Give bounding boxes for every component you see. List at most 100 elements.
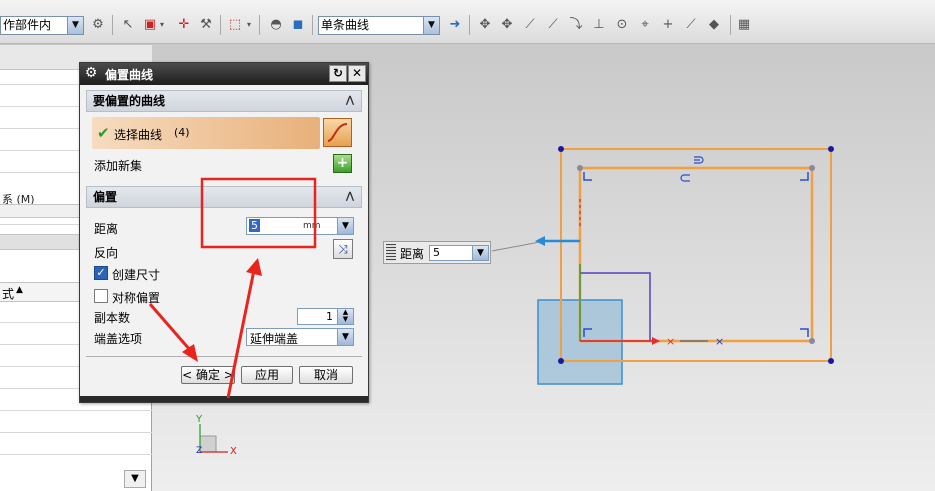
section-curves-header[interactable]: 要偏置的曲线 ⋀ <box>86 90 362 112</box>
collapse-up-icon[interactable]: ⋀ <box>342 93 358 109</box>
section-curves-title: 要偏置的曲线 <box>93 94 166 108</box>
float-distance-input[interactable]: 5 ▼ <box>429 245 489 261</box>
dialog-title: 偏置曲线 <box>105 68 154 82</box>
float-distance-value: 5 <box>433 246 440 259</box>
toolbar-separator <box>259 15 260 35</box>
collapse-up-icon[interactable]: ⋀ <box>342 189 358 205</box>
sort-up-icon: ▲ <box>16 285 23 295</box>
section-offset-title: 偏置 <box>93 190 118 204</box>
cube-view-icon[interactable]: ◼ <box>290 17 306 33</box>
distance-label: 距离 <box>94 222 119 236</box>
point-on-face-icon[interactable]: ◆ <box>706 17 722 33</box>
details-column-label: 式 <box>2 287 15 301</box>
chevron-down-icon: ▼ <box>67 17 83 34</box>
select-curve-count: (4) <box>174 126 190 139</box>
apply-button[interactable]: 应用 <box>241 366 293 384</box>
select-tool-icon[interactable]: ↖ <box>120 17 136 33</box>
main-toolbar: 作部件内 ▼ ⚙ ↖ ▣ ▾ ✛ ⚒ ⬚ ▾ ◓ ◼ 单条曲线 ▼ ➜ ✥ ✥ … <box>0 0 935 44</box>
copies-label: 副本数 <box>94 311 131 325</box>
z-axis-label: Z <box>196 446 203 456</box>
triad-origin-box <box>199 435 217 453</box>
curve-rule-value: 单条曲线 <box>321 18 370 32</box>
chevron-down-small-icon[interactable]: ▾ <box>158 17 166 33</box>
distance-unit: mm <box>303 221 321 231</box>
end-point-icon[interactable]: ⟋ <box>522 17 538 33</box>
spinner-icon[interactable]: ▲ ▼ <box>337 309 353 324</box>
distance-input[interactable]: 5 mm ▼ <box>246 217 354 235</box>
end-cap-select[interactable]: 延伸端盖 ▼ <box>246 328 354 346</box>
float-distance-label: 距离 <box>400 247 425 261</box>
reverse-arrows-icon: ⤨ <box>338 242 348 256</box>
details-expand-button[interactable]: ▼ <box>124 470 146 488</box>
filter-icon[interactable]: ⚒ <box>198 17 214 33</box>
x-axis-label: X <box>230 446 237 457</box>
reverse-direction-button[interactable]: ⤨ <box>333 239 353 259</box>
chevron-down-icon[interactable]: ▼ <box>472 246 488 260</box>
corner-point[interactable] <box>577 165 583 171</box>
gear-icon[interactable]: ⚙ <box>83 65 99 81</box>
corner-point[interactable] <box>828 146 834 152</box>
grip-handle-icon[interactable] <box>386 244 396 261</box>
rectangle-select-icon[interactable]: ⬚ <box>227 17 243 33</box>
quadrant-point-icon[interactable]: ⌖ <box>637 17 653 33</box>
offset-handle-arrowhead[interactable] <box>535 236 545 246</box>
perpendicular-constraint-icon <box>583 172 592 181</box>
curve-rule-select[interactable]: 单条曲线 ▼ <box>318 16 440 35</box>
arc-center-icon[interactable]: ⊙ <box>614 17 630 33</box>
close-icon[interactable]: ✕ <box>348 65 366 82</box>
details-row-divider <box>0 410 152 411</box>
toolbar-separator <box>112 15 113 35</box>
end-cap-value: 延伸端盖 <box>250 332 299 346</box>
chevron-down-icon[interactable]: ▼ <box>337 329 353 345</box>
x-marker: × <box>666 335 675 348</box>
dialog-bottom-bar <box>80 396 368 402</box>
x-marker: × <box>715 335 724 348</box>
checkmark-icon: ✔ <box>97 124 110 142</box>
floating-distance-entry[interactable]: 距离 5 ▼ <box>383 241 491 264</box>
corner-point[interactable] <box>558 146 564 152</box>
intersection-point-icon[interactable]: ⊥ <box>591 17 607 33</box>
point-select-icon[interactable]: ✛ <box>176 17 192 33</box>
snap-grid-icon[interactable]: ✥ <box>477 17 493 33</box>
corner-point[interactable] <box>809 338 815 344</box>
arrow-right-icon[interactable]: ➜ <box>447 17 463 33</box>
reset-icon[interactable]: ↻ <box>329 65 347 82</box>
selection-scope-value: 作部件内 <box>3 18 52 32</box>
chevron-down-icon: ▼ <box>423 17 439 34</box>
toolbar-separator <box>220 15 221 35</box>
copies-input[interactable]: 1 ▲ ▼ <box>297 308 354 325</box>
arrow-head-icon <box>652 337 660 345</box>
parallel-constraint-icon <box>680 174 690 182</box>
control-point-icon[interactable]: ⤵ <box>568 17 584 33</box>
chevron-down-small-icon[interactable]: ▾ <box>245 17 253 33</box>
chevron-down-icon[interactable]: ▼ <box>337 218 353 234</box>
section-offset-header[interactable]: 偏置 ⋀ <box>86 186 362 208</box>
existing-point-icon[interactable]: + <box>660 17 676 33</box>
symmetric-offset-label: 对称偏置 <box>112 291 161 305</box>
select-curve-label: 选择曲线 <box>114 128 163 142</box>
snap-settings-icon[interactable]: ▦ <box>736 17 752 33</box>
cancel-button[interactable]: 取消 <box>299 366 353 384</box>
toolbar-separator <box>312 15 313 35</box>
add-new-set-button[interactable]: + <box>333 154 352 173</box>
corner-point[interactable] <box>809 165 815 171</box>
snap-filter-icon[interactable]: ⚙ <box>90 17 106 33</box>
corner-point[interactable] <box>558 358 564 364</box>
ok-button[interactable]: < 确定 > <box>181 366 235 384</box>
mid-point-icon[interactable]: ⟋ <box>545 17 561 33</box>
selection-scope-select[interactable]: 作部件内 ▼ <box>0 16 84 35</box>
dialog-title-bar[interactable]: ⚙ 偏置曲线 ↻ ✕ <box>80 63 368 85</box>
perpendicular-constraint-icon <box>800 172 809 181</box>
shaded-view-icon[interactable]: ◓ <box>268 17 284 33</box>
create-dimension-checkbox[interactable]: ✓ <box>94 266 108 280</box>
curve-icon <box>327 123 348 142</box>
symmetric-offset-checkbox[interactable] <box>94 289 108 303</box>
curve-selector-button[interactable] <box>323 118 352 147</box>
corner-point[interactable] <box>828 358 834 364</box>
point-on-curve-icon[interactable]: ⟋ <box>683 17 699 33</box>
select-feature-icon[interactable]: ▣ <box>142 17 158 33</box>
add-new-set-label: 添加新集 <box>94 159 143 173</box>
parallel-constraint-icon <box>694 156 704 164</box>
select-curve-row[interactable]: ✔ 选择曲线 (4) <box>92 117 320 149</box>
snap-point-icon[interactable]: ✥ <box>499 17 515 33</box>
